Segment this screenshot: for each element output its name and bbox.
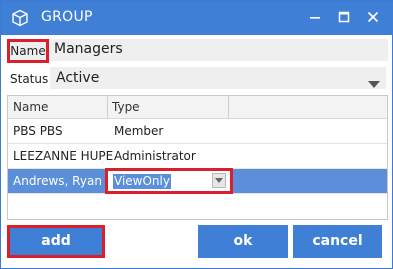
type-dropdown[interactable]: ViewOnly [105, 168, 233, 194]
member-type: Administrator [114, 149, 196, 163]
table-row-selected[interactable]: Andrews, Ryan ViewOnly [8, 168, 387, 194]
minimize-icon[interactable] [303, 5, 327, 29]
close-icon[interactable] [361, 5, 385, 29]
status-label: Status [10, 72, 49, 86]
chevron-down-icon[interactable] [368, 74, 380, 88]
cancel-button[interactable]: cancel [293, 225, 382, 258]
member-type: Member [114, 124, 164, 138]
type-dropdown-value[interactable]: ViewOnly [113, 174, 171, 189]
ok-button[interactable]: ok [198, 225, 288, 258]
member-name: LEEZANNE HUPE [13, 149, 114, 163]
status-dropdown[interactable] [50, 67, 386, 89]
column-header-type[interactable]: Type [112, 100, 140, 114]
add-button[interactable]: add [7, 225, 105, 258]
status-value[interactable]: Active [56, 70, 99, 86]
chevron-down-icon[interactable] [212, 173, 226, 188]
group-dialog: GROUP Name Managers Status Active Name T… [0, 0, 393, 269]
members-grid: Name Type PBS PBS Member LEEZANNE HUPE A… [7, 95, 388, 220]
maximize-icon[interactable] [332, 5, 356, 29]
column-divider[interactable] [228, 96, 229, 118]
member-name: Andrews, Ryan [13, 174, 102, 188]
grid-header: Name Type [8, 96, 387, 119]
column-header-name[interactable]: Name [13, 100, 48, 114]
column-divider[interactable] [107, 96, 108, 118]
name-label: Name [7, 39, 49, 63]
table-row[interactable]: LEEZANNE HUPE Administrator [8, 144, 387, 169]
table-row[interactable]: PBS PBS Member [8, 119, 387, 144]
title-bar: GROUP [1, 1, 393, 35]
window-title: GROUP [41, 9, 93, 25]
member-name: PBS PBS [13, 124, 63, 138]
cube-icon [11, 9, 29, 27]
name-value[interactable]: Managers [54, 41, 123, 57]
